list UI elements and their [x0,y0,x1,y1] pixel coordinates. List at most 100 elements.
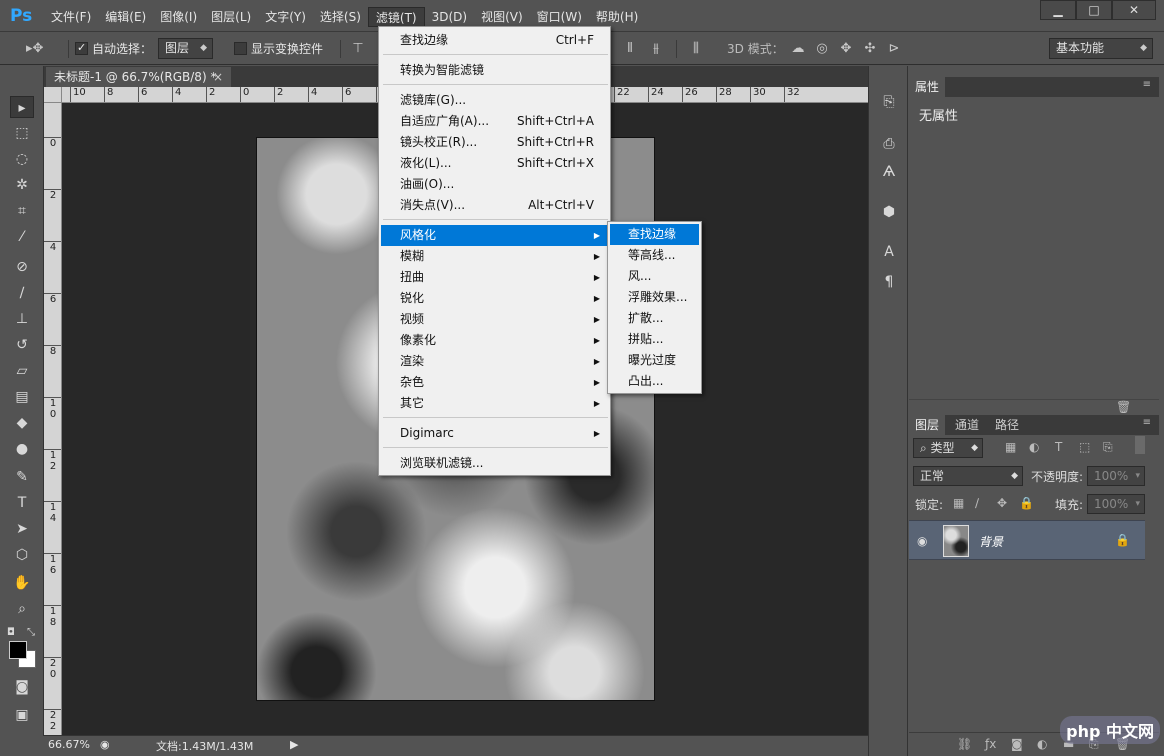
pixelate-submenu[interactable]: 像素化 ▶ [381,330,608,351]
close-button[interactable]: ✕ [1112,0,1156,20]
adjustment-layer-icon[interactable]: ◐ [1037,737,1047,751]
zoom-tool-icon[interactable]: ⌕ [10,598,34,620]
menu-filter[interactable]: 滤镜(T) [367,7,425,27]
drag-3d-icon[interactable]: ✥ [838,41,854,57]
document-tab[interactable]: 未标题-1 @ 66.7%(RGB/8) * × [46,67,231,87]
lock-position-icon[interactable]: ✥ [997,496,1007,510]
panel-menu-icon[interactable]: ≡ [1143,79,1151,90]
marquee-tool-icon[interactable]: ⬚ [10,122,34,144]
layer-style-icon[interactable]: ƒx [985,737,996,751]
digimarc-submenu[interactable]: Digimarc ▶ [381,423,608,444]
zoom-level[interactable]: 66.67% [48,738,90,751]
rotate-3d-icon[interactable]: ☁ [790,41,806,57]
layer-mask-icon[interactable]: ◙ [1011,737,1023,751]
tab-properties[interactable]: 属性 [909,77,946,97]
browse-filters-online[interactable]: 浏览联机滤镜... [381,453,608,474]
filter-type-icon[interactable]: T [1055,440,1062,454]
slide-3d-icon[interactable]: ✣ [862,41,878,57]
lock-image-icon[interactable]: ∕ [975,496,979,510]
filter-pixel-icon[interactable]: ▦ [1005,440,1016,454]
lasso-tool-icon[interactable]: ◌ [10,148,34,170]
convert-smart-filters[interactable]: 转换为智能滤镜 [381,60,608,81]
foreground-color-swatch[interactable] [9,641,27,659]
filter-adjustment-icon[interactable]: ◐ [1029,440,1039,454]
align-top-icon[interactable]: ⊤ [350,41,366,57]
lens-correction[interactable]: 镜头校正(R)... Shift+Ctrl+R [381,132,608,153]
stylize-submenu[interactable]: 风格化 ▶ [381,225,608,246]
wind-item[interactable]: 风... [610,266,699,287]
other-submenu[interactable]: 其它 ▶ [381,393,608,414]
3d-panel-icon[interactable]: ⬢ [879,202,899,222]
filter-smart-object-icon[interactable]: ⎘ [1103,440,1113,455]
minimize-button[interactable]: ▁ [1040,0,1076,20]
menu-select[interactable]: 选择(S) [313,7,368,27]
emboss-item[interactable]: 浮雕效果... [610,287,699,308]
paragraph-panel-icon[interactable]: ¶ [879,272,899,292]
blend-mode-dropdown[interactable]: 正常 ◆ [913,466,1023,486]
actions-panel-icon[interactable]: ⎙ [879,134,899,154]
character-styles-icon[interactable]: Ѧ [879,162,899,182]
close-tab-icon[interactable]: × [213,67,223,87]
clone-stamp-tool-icon[interactable]: ⊥ [10,308,34,330]
liquify[interactable]: 液化(L)... Shift+Ctrl+X [381,153,608,174]
dodge-tool-icon[interactable]: ● [10,438,34,460]
menu-file[interactable]: 文件(F) [44,7,98,27]
gradient-tool-icon[interactable]: ▤ [10,386,34,408]
history-brush-tool-icon[interactable]: ↺ [10,334,34,356]
eyedropper-tool-icon[interactable]: ⁄ [10,226,34,248]
type-tool-icon[interactable]: T [10,492,34,514]
layer-name[interactable]: 背景 [979,533,1003,550]
find-edges-item[interactable]: 查找边缘 [610,224,699,245]
blur-submenu[interactable]: 模糊 ▶ [381,246,608,267]
menu-layer[interactable]: 图层(L) [204,7,258,27]
filter-gallery[interactable]: 滤镜库(G)... [381,90,608,111]
move-tool-icon[interactable]: ▸✥ [26,41,43,57]
fill-field[interactable]: 100% ▾ [1087,494,1145,514]
trash-icon[interactable]: 🗑 [1116,400,1131,414]
extrude-item[interactable]: 凸出... [610,371,699,392]
show-transform-checkbox[interactable] [234,42,247,55]
filter-last-find-edges[interactable]: 查找边缘 Ctrl+F [381,30,608,51]
auto-select-dropdown[interactable]: 图层 ◆ [158,38,213,59]
solarize-item[interactable]: 曝光过度 [610,350,699,371]
sharpen-submenu[interactable]: 锐化 ▶ [381,288,608,309]
ruler-origin[interactable] [44,87,62,103]
status-menu-arrow-icon[interactable]: ▶ [290,738,298,751]
visibility-eye-icon[interactable]: ◉ [917,534,927,548]
menu-view[interactable]: 视图(V) [474,7,530,27]
align-right-icon[interactable]: ⫵ [648,41,664,57]
workspace-dropdown[interactable]: 基本功能 ◆ [1049,38,1153,59]
screen-mode-icon[interactable]: ▣ [10,704,34,726]
layer-filter-dropdown[interactable]: ⌕ 类型 ◆ [913,438,983,458]
tab-layers[interactable]: 图层 [909,415,946,435]
magic-wand-tool-icon[interactable]: ✲ [10,174,34,196]
menu-window[interactable]: 窗口(W) [530,7,589,27]
menu-help[interactable]: 帮助(H) [589,7,645,27]
menu-type[interactable]: 文字(Y) [258,7,313,27]
layer-row[interactable]: ◉ 背景 🔒 [909,520,1145,560]
filter-toggle-icon[interactable] [1135,436,1145,454]
lock-transparent-icon[interactable]: ▦ [953,496,964,510]
scale-3d-icon[interactable]: ⊳ [886,41,902,57]
tiles-item[interactable]: 拼贴... [610,329,699,350]
auto-select-checkbox[interactable] [75,41,88,55]
diffuse-item[interactable]: 扩散... [610,308,699,329]
adaptive-wide-angle[interactable]: 自适应广角(A)... Shift+Ctrl+A [381,111,608,132]
opacity-field[interactable]: 100% ▾ [1087,466,1145,486]
quick-mask-icon[interactable]: ◙ [10,676,34,698]
history-panel-icon[interactable]: ⎘ [879,92,899,112]
brush-tool-icon[interactable]: ∕ [10,282,34,304]
healing-brush-tool-icon[interactable]: ⊘ [10,256,34,278]
menu-3d[interactable]: 3D(D) [425,7,474,27]
video-submenu[interactable]: 视频 ▶ [381,309,608,330]
distort-submenu[interactable]: 扭曲 ▶ [381,267,608,288]
panel-menu-icon[interactable]: ≡ [1143,417,1151,428]
path-selection-tool-icon[interactable]: ➤ [10,518,34,540]
crop-tool-icon[interactable]: ⌗ [10,200,34,222]
shape-tool-icon[interactable]: ⬡ [10,544,34,566]
roll-3d-icon[interactable]: ◎ [814,41,830,57]
menu-image[interactable]: 图像(I) [153,7,204,27]
oil-paint[interactable]: 油画(O)... [381,174,608,195]
pen-tool-icon[interactable]: ✎ [10,466,34,488]
tab-paths[interactable]: 路径 [989,415,1025,435]
